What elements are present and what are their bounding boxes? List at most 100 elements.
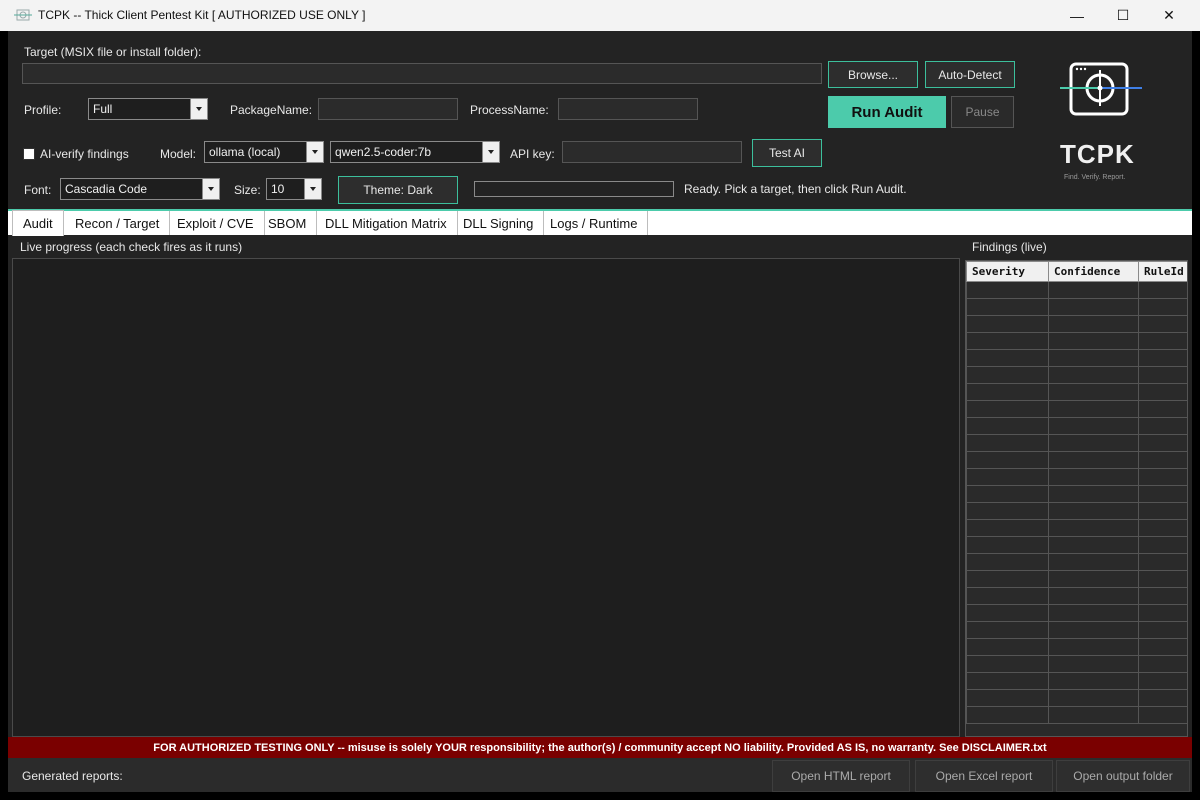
table-cell[interactable] bbox=[1048, 621, 1139, 639]
table-cell[interactable] bbox=[1048, 366, 1139, 384]
table-row[interactable] bbox=[966, 638, 1187, 656]
table-cell[interactable] bbox=[966, 281, 1049, 299]
table-row[interactable] bbox=[966, 519, 1187, 537]
table-cell[interactable] bbox=[1048, 519, 1139, 537]
table-cell[interactable] bbox=[1138, 502, 1187, 520]
table-cell[interactable] bbox=[1048, 451, 1139, 469]
table-cell[interactable] bbox=[966, 638, 1049, 656]
table-cell[interactable] bbox=[1138, 655, 1187, 673]
open-output-folder-button[interactable]: Open output folder bbox=[1056, 760, 1190, 792]
table-cell[interactable] bbox=[1048, 281, 1139, 299]
table-cell[interactable] bbox=[1048, 417, 1139, 435]
table-cell[interactable] bbox=[1048, 672, 1139, 690]
table-cell[interactable] bbox=[966, 502, 1049, 520]
table-row[interactable] bbox=[966, 434, 1187, 452]
column-confidence[interactable]: Confidence bbox=[1048, 261, 1139, 282]
chevron-down-icon[interactable] bbox=[306, 142, 323, 162]
tab-exploit-cve[interactable]: Exploit / CVE bbox=[167, 211, 265, 235]
table-row[interactable] bbox=[966, 383, 1187, 401]
table-cell[interactable] bbox=[966, 553, 1049, 571]
test-ai-button[interactable]: Test AI bbox=[752, 139, 822, 167]
tab-audit[interactable]: Audit bbox=[12, 210, 64, 236]
table-cell[interactable] bbox=[966, 417, 1049, 435]
table-cell[interactable] bbox=[1138, 366, 1187, 384]
table-cell[interactable] bbox=[1048, 638, 1139, 656]
table-row[interactable] bbox=[966, 349, 1187, 367]
table-cell[interactable] bbox=[1138, 417, 1187, 435]
table-row[interactable] bbox=[966, 587, 1187, 605]
close-button[interactable]: ✕ bbox=[1146, 0, 1192, 31]
table-cell[interactable] bbox=[1138, 587, 1187, 605]
table-row[interactable] bbox=[966, 553, 1187, 571]
auto-detect-button[interactable]: Auto-Detect bbox=[925, 61, 1015, 88]
browse-button[interactable]: Browse... bbox=[828, 61, 918, 88]
chevron-down-icon[interactable] bbox=[190, 99, 207, 119]
tab-dll-mitigation-matrix[interactable]: DLL Mitigation Matrix bbox=[315, 211, 458, 235]
table-row[interactable] bbox=[966, 621, 1187, 639]
findings-grid[interactable]: Severity Confidence RuleId bbox=[965, 260, 1188, 737]
run-audit-button[interactable]: Run Audit bbox=[828, 96, 946, 128]
process-name-input[interactable] bbox=[558, 98, 698, 120]
table-row[interactable] bbox=[966, 655, 1187, 673]
table-cell[interactable] bbox=[1138, 485, 1187, 503]
table-row[interactable] bbox=[966, 536, 1187, 554]
table-row[interactable] bbox=[966, 281, 1187, 299]
open-html-report-button[interactable]: Open HTML report bbox=[772, 760, 910, 792]
table-cell[interactable] bbox=[1048, 332, 1139, 350]
table-cell[interactable] bbox=[1138, 519, 1187, 537]
profile-select[interactable]: Full bbox=[88, 98, 208, 120]
font-size-select[interactable]: 10 bbox=[266, 178, 322, 200]
minimize-button[interactable]: — bbox=[1054, 0, 1100, 31]
table-cell[interactable] bbox=[1048, 553, 1139, 571]
table-cell[interactable] bbox=[1138, 604, 1187, 622]
table-row[interactable] bbox=[966, 315, 1187, 333]
table-cell[interactable] bbox=[1048, 502, 1139, 520]
table-cell[interactable] bbox=[1138, 570, 1187, 588]
table-cell[interactable] bbox=[966, 519, 1049, 537]
table-cell[interactable] bbox=[1048, 570, 1139, 588]
tab-recon-target[interactable]: Recon / Target bbox=[65, 211, 171, 235]
table-cell[interactable] bbox=[1138, 621, 1187, 639]
open-excel-report-button[interactable]: Open Excel report bbox=[915, 760, 1053, 792]
table-cell[interactable] bbox=[966, 468, 1049, 486]
table-cell[interactable] bbox=[966, 689, 1049, 707]
target-input[interactable] bbox=[22, 63, 822, 84]
table-cell[interactable] bbox=[966, 672, 1049, 690]
table-cell[interactable] bbox=[966, 383, 1049, 401]
column-severity[interactable]: Severity bbox=[966, 261, 1049, 282]
chevron-down-icon[interactable] bbox=[202, 179, 219, 199]
table-cell[interactable] bbox=[1138, 451, 1187, 469]
table-cell[interactable] bbox=[966, 587, 1049, 605]
table-cell[interactable] bbox=[966, 366, 1049, 384]
table-cell[interactable] bbox=[1138, 298, 1187, 316]
table-cell[interactable] bbox=[1048, 655, 1139, 673]
tab-sbom[interactable]: SBOM bbox=[258, 211, 318, 235]
table-cell[interactable] bbox=[1138, 536, 1187, 554]
table-cell[interactable] bbox=[1138, 349, 1187, 367]
package-name-input[interactable] bbox=[318, 98, 458, 120]
table-cell[interactable] bbox=[1048, 434, 1139, 452]
table-cell[interactable] bbox=[1048, 689, 1139, 707]
theme-button[interactable]: Theme: Dark bbox=[338, 176, 458, 204]
model-select[interactable]: ollama (local) bbox=[204, 141, 324, 163]
table-row[interactable] bbox=[966, 706, 1187, 724]
table-cell[interactable] bbox=[1048, 468, 1139, 486]
table-cell[interactable] bbox=[1048, 587, 1139, 605]
table-cell[interactable] bbox=[966, 604, 1049, 622]
tab-dll-signing[interactable]: DLL Signing bbox=[453, 211, 545, 235]
table-cell[interactable] bbox=[966, 332, 1049, 350]
table-row[interactable] bbox=[966, 468, 1187, 486]
table-cell[interactable] bbox=[966, 570, 1049, 588]
table-cell[interactable] bbox=[1138, 315, 1187, 333]
api-key-input[interactable] bbox=[562, 141, 742, 163]
table-row[interactable] bbox=[966, 332, 1187, 350]
table-cell[interactable] bbox=[1048, 315, 1139, 333]
table-row[interactable] bbox=[966, 298, 1187, 316]
font-select[interactable]: Cascadia Code bbox=[60, 178, 220, 200]
table-row[interactable] bbox=[966, 451, 1187, 469]
table-cell[interactable] bbox=[966, 621, 1049, 639]
table-cell[interactable] bbox=[1138, 434, 1187, 452]
table-cell[interactable] bbox=[1048, 349, 1139, 367]
table-cell[interactable] bbox=[966, 706, 1049, 724]
table-cell[interactable] bbox=[966, 400, 1049, 418]
